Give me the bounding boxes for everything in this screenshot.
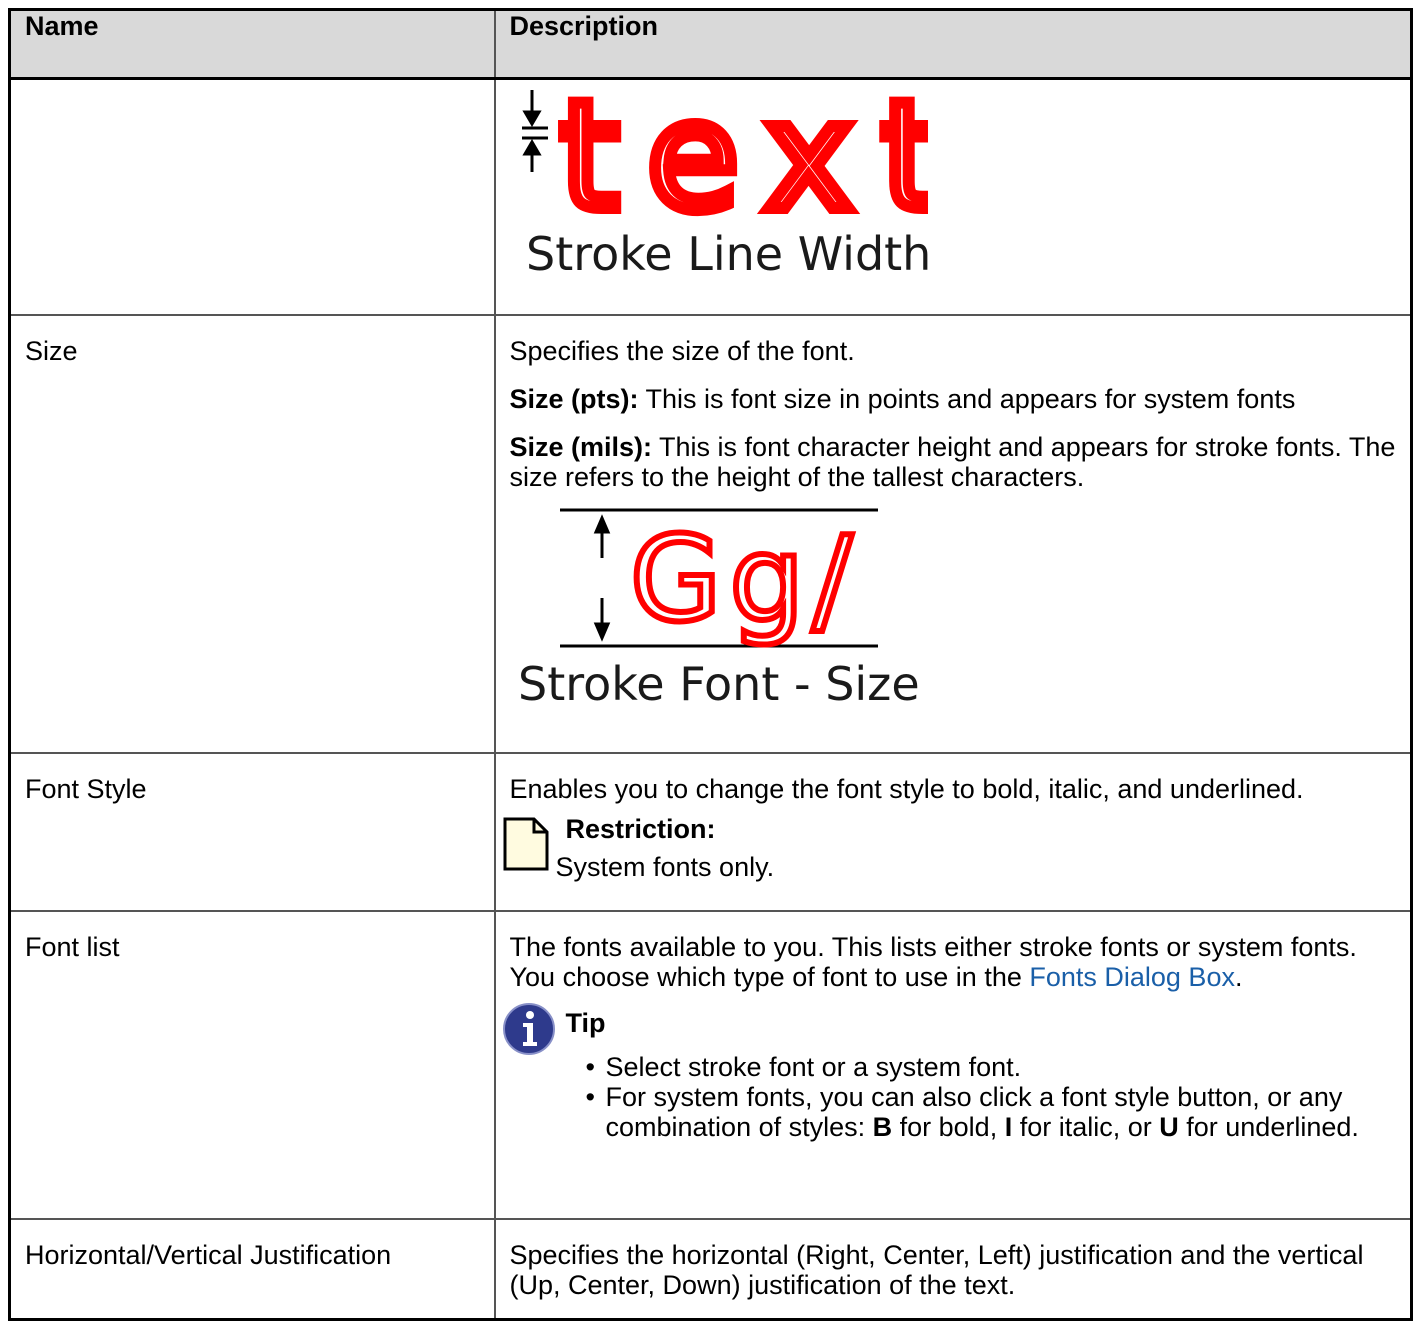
font-properties-table: Name Description text Stroke Line Width … <box>8 8 1413 1321</box>
tip-title: Tip <box>565 1007 606 1038</box>
stroke-width-caption: Stroke Line Width <box>526 227 928 281</box>
row-description: Enables you to change the font style to … <box>493 751 1413 912</box>
table-row: Font Style Enables you to change the fon… <box>8 751 1413 912</box>
size-figure-caption: Stroke Font - Size <box>518 657 920 711</box>
row-name-empty <box>8 77 496 316</box>
header-row: Name Description <box>8 8 1413 80</box>
fonts-dialog-link[interactable]: Fonts Dialog Box <box>1029 962 1235 992</box>
stroke-sample-text: text <box>560 80 928 244</box>
tip-item-2-text: for bold, <box>892 1111 1005 1142</box>
tip-list: Select stroke font or a system font. For… <box>566 1052 1397 1142</box>
row-description: text Stroke Line Width <box>493 77 1413 316</box>
justification-text: Specifies the horizontal (Right, Center,… <box>509 1239 1364 1300</box>
font-style-text: Enables you to change the font style to … <box>509 773 1304 804</box>
font-list-text-after: . <box>1234 961 1243 992</box>
info-icon <box>502 1002 555 1055</box>
restriction-body: System fonts only. <box>555 851 775 882</box>
row-description: Specifies the size of the font. Size (pt… <box>493 313 1413 754</box>
note-page-icon <box>503 817 548 870</box>
row-description: The fonts available to you. This lists e… <box>493 909 1413 1220</box>
list-item: Select stroke font or a system font. <box>586 1052 1397 1082</box>
size-mils-paragraph: Size (mils): This is font character heig… <box>510 432 1397 492</box>
size-arrows-icon <box>593 513 610 642</box>
list-item: For system fonts, you can also click a f… <box>586 1082 1397 1142</box>
table-row: Font list The fonts available to you. Th… <box>8 909 1413 1220</box>
table-row: text Stroke Line Width <box>8 77 1413 316</box>
header-description: Description <box>493 8 1413 80</box>
underline-style-key: U <box>1159 1111 1179 1142</box>
restriction-note: Restriction: System fonts only. <box>503 813 1397 882</box>
restriction-title: Restriction: <box>565 813 716 844</box>
row-name: Horizontal/Vertical Justification <box>8 1217 496 1320</box>
row-name: Font list <box>8 909 496 1220</box>
row-name: Font Style <box>8 751 496 912</box>
tip-note: Tip Select stroke font or a system font.… <box>502 1002 1397 1142</box>
size-intro: Specifies the size of the font. <box>509 335 855 366</box>
header-name: Name <box>8 8 496 80</box>
bold-style-key: B <box>872 1111 893 1142</box>
size-pts-label: Size (pts): <box>509 383 639 414</box>
size-mils-label: Size (mils): <box>509 431 653 462</box>
tip-item-2-text: for underlined. <box>1178 1111 1359 1142</box>
size-pts-paragraph: Size (pts): This is font size in points … <box>510 384 1397 414</box>
stroke-line-width-figure: text Stroke Line Width <box>521 80 928 281</box>
size-sample-text: Gg/ <box>630 510 860 648</box>
size-pts-text: This is font size in points and appears … <box>638 383 1296 414</box>
stroke-font-size-figure: Gg/ Stroke Font - Size <box>518 507 920 711</box>
table-row: Horizontal/Vertical Justification Specif… <box>8 1217 1413 1320</box>
tip-item-1: Select stroke font or a system font. <box>605 1051 1022 1082</box>
row-name: Size <box>8 313 496 754</box>
table-row: Size Specifies the size of the font. Siz… <box>8 313 1413 754</box>
width-arrows-icon <box>521 90 548 172</box>
font-list-text: The fonts available to you. This lists e… <box>510 932 1397 992</box>
tip-item-2-text: for italic, or <box>1012 1111 1160 1142</box>
row-description: Specifies the horizontal (Right, Center,… <box>493 1217 1413 1320</box>
